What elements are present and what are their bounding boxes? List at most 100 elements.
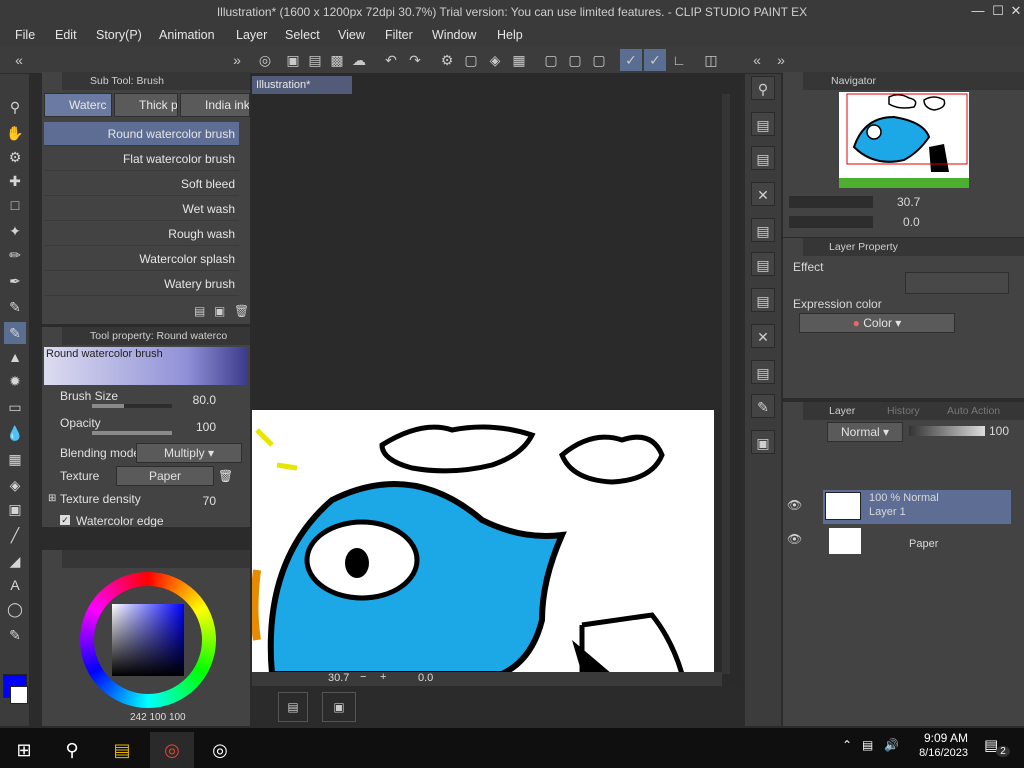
create-subtool-icon[interactable]: ▣ xyxy=(214,304,225,318)
correct-line-icon[interactable]: ✎ xyxy=(4,624,26,646)
menu-layer[interactable]: Layer xyxy=(236,28,267,42)
volume-icon[interactable]: 🔊 xyxy=(884,738,899,752)
material-icon[interactable]: ▤ xyxy=(751,112,775,136)
expand-icon[interactable]: ⊞ xyxy=(48,493,56,504)
edit-icon[interactable]: ✎ xyxy=(751,394,775,418)
clip-studio-icon[interactable]: ◎ xyxy=(254,49,276,71)
cloud-icon[interactable]: ☁ xyxy=(348,49,370,71)
menu-story[interactable]: Story(P) xyxy=(96,28,142,42)
fill-bucket-icon[interactable]: ◈ xyxy=(4,474,26,496)
brush-icon[interactable]: ✎ xyxy=(4,322,26,344)
delete-texture-icon[interactable]: 🗑 xyxy=(218,469,233,483)
color-wheel[interactable] xyxy=(80,572,216,708)
expression-color-dropdown[interactable]: ● Color ▾ xyxy=(799,313,955,333)
effect-buttons[interactable] xyxy=(905,272,1009,294)
invert-selection-icon[interactable]: ▢ xyxy=(564,49,586,71)
double-chevron-left-right-icon[interactable]: « xyxy=(746,49,768,71)
double-chevron-right-icon[interactable]: » xyxy=(226,49,248,71)
navigator-zoom-slider[interactable] xyxy=(789,196,873,208)
copy-icon[interactable]: ▤ xyxy=(751,252,775,276)
tablet-icon[interactable]: ◫ xyxy=(700,49,722,71)
menu-edit[interactable]: Edit xyxy=(55,28,77,42)
canvas-area[interactable]: Illustration* 30.7 − + 0.0 xyxy=(252,74,742,686)
eye-icon[interactable]: 👁 xyxy=(787,532,802,546)
drawing-canvas[interactable] xyxy=(252,410,714,674)
clock[interactable]: 9:09 AM 8/16/2023 xyxy=(912,731,968,759)
watercolor-edge-checkbox[interactable]: ✓ xyxy=(60,515,70,525)
blend-mode-dropdown[interactable]: Normal ▾ xyxy=(827,422,903,442)
brush-item[interactable]: Wet wash xyxy=(44,197,239,221)
file-explorer-icon[interactable]: ▤ xyxy=(100,732,144,768)
pen-icon[interactable]: ✒ xyxy=(4,270,26,292)
network-icon[interactable]: ▤ xyxy=(862,738,873,752)
tab-auto-action[interactable]: Auto Action xyxy=(947,405,1000,417)
navigator-rotation-slider[interactable] xyxy=(789,216,873,228)
crop-icon[interactable]: ▢ xyxy=(588,49,610,71)
menu-animation[interactable]: Animation xyxy=(159,28,215,42)
navigator-thumbnail[interactable] xyxy=(839,92,969,188)
copy-subtool-icon[interactable]: ▤ xyxy=(194,304,205,318)
opacity-row[interactable]: Opacity 100 xyxy=(52,416,232,440)
brush-item[interactable]: Round watercolor brush xyxy=(44,122,239,146)
undo-icon[interactable]: ↶ xyxy=(380,49,402,71)
grid-icon[interactable]: ▦ xyxy=(4,448,26,470)
close-button[interactable]: ✕ xyxy=(1006,3,1024,21)
save-icon[interactable]: ▩ xyxy=(326,49,348,71)
color-saturation-square[interactable] xyxy=(112,604,184,676)
frame-icon[interactable]: ◢ xyxy=(4,550,26,572)
figure-icon[interactable]: ╱ xyxy=(4,524,26,546)
layer-icon[interactable]: ▤ xyxy=(751,146,775,170)
menu-select[interactable]: Select xyxy=(285,28,320,42)
brush-item[interactable]: Watery brush xyxy=(44,272,239,296)
gradient-icon[interactable]: ▣ xyxy=(4,498,26,520)
tab-thick-paint[interactable]: Thick p xyxy=(114,93,178,117)
search-icon[interactable]: ⚲ xyxy=(751,76,775,100)
merge-icon[interactable]: ▤ xyxy=(751,218,775,242)
transform-icon[interactable]: ▦ xyxy=(508,49,530,71)
zoom-icon[interactable]: ⚲ xyxy=(4,96,26,118)
tab-india-ink[interactable]: India ink xyxy=(180,93,250,117)
eraser-icon[interactable]: ▭ xyxy=(4,396,26,418)
hand-icon[interactable]: ✋ xyxy=(4,122,26,144)
menu-window[interactable]: Window xyxy=(432,28,476,42)
delete-icon[interactable]: ✕ xyxy=(751,182,775,206)
new-file-icon[interactable]: ▣ xyxy=(282,49,304,71)
paste-icon[interactable]: ▤ xyxy=(751,288,775,312)
snap-grid-icon[interactable]: ∟ xyxy=(668,49,690,71)
gear-icon[interactable]: ⚙ xyxy=(436,49,458,71)
snap-ruler-icon[interactable]: ✓ xyxy=(620,49,642,71)
move-layer-icon[interactable]: ✚ xyxy=(4,170,26,192)
cut-icon[interactable]: ✕ xyxy=(751,324,775,348)
vertical-scrollbar[interactable] xyxy=(722,94,730,674)
tab-watercolor[interactable]: Waterc xyxy=(44,93,112,117)
eyedropper-icon[interactable]: ✏ xyxy=(4,244,26,266)
menu-view[interactable]: View xyxy=(338,28,365,42)
eye-icon[interactable]: 👁 xyxy=(787,498,802,512)
balloon-icon[interactable]: ◯ xyxy=(4,598,26,620)
zoom-out-icon[interactable]: − xyxy=(360,671,366,683)
clip-studio-app-icon[interactable]: ◎ xyxy=(198,732,242,768)
tab-layer[interactable]: Layer xyxy=(829,405,855,417)
brush-size-slider[interactable] xyxy=(92,404,172,408)
fill-icon[interactable]: ◈ xyxy=(484,49,506,71)
timeline-icon[interactable]: ▤ xyxy=(278,692,308,722)
double-chevron-left-icon[interactable]: « xyxy=(8,49,30,71)
selection-icon[interactable]: □ xyxy=(4,194,26,216)
text-icon[interactable]: A xyxy=(4,574,26,596)
menu-filter[interactable]: Filter xyxy=(385,28,413,42)
sub-color-swatch[interactable] xyxy=(10,686,28,704)
blend-icon[interactable]: 💧 xyxy=(4,422,26,444)
brush-item[interactable]: Flat watercolor brush xyxy=(44,147,239,171)
menu-file[interactable]: File xyxy=(15,28,35,42)
snap-special-ruler-icon[interactable]: ✓ xyxy=(644,49,666,71)
brush-item[interactable]: Watercolor splash xyxy=(44,247,239,271)
deselect-icon[interactable]: ▢ xyxy=(540,49,562,71)
layer-row[interactable]: Paper xyxy=(823,526,1011,560)
blending-mode-dropdown[interactable]: Multiply ▾ xyxy=(136,443,242,463)
pencil-icon[interactable]: ✎ xyxy=(4,296,26,318)
double-chevron-right-right-icon[interactable]: » xyxy=(770,49,792,71)
brush-size-row[interactable]: Brush Size 80.0 xyxy=(52,389,232,413)
chrome-icon[interactable]: ◎ xyxy=(150,732,194,768)
texture-dropdown[interactable]: Paper xyxy=(116,466,214,486)
zoom-in-icon[interactable]: + xyxy=(380,671,386,683)
